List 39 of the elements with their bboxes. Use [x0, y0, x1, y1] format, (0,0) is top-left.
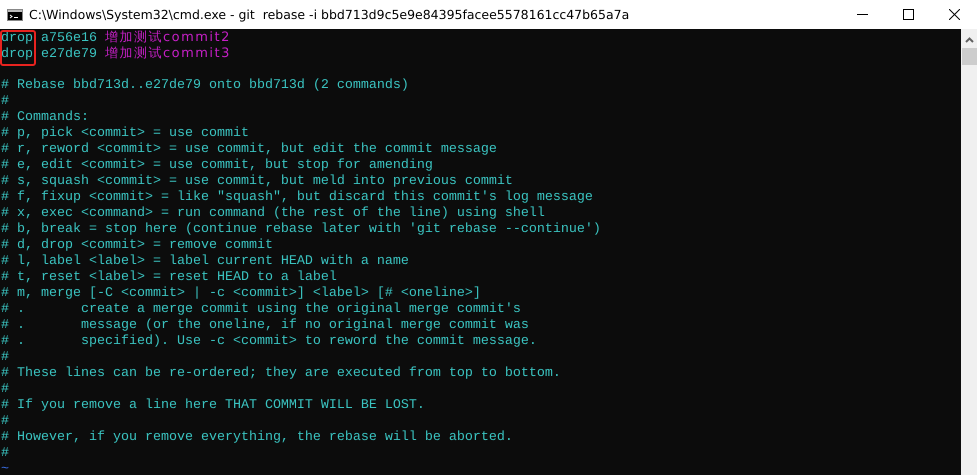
comment-line: # These lines can be re-ordered; they are executed from top to bottom. — [1, 366, 561, 381]
comment-line: # — [1, 382, 9, 397]
comment-line: # — [1, 414, 9, 429]
comment-line: # d, drop <commit> = remove commit — [1, 238, 273, 253]
comment-line: # l, label <label> = label current HEAD with a name — [1, 254, 409, 269]
comment-line: # — [1, 94, 9, 109]
comment-line: # f, fixup <commit> = like "squash", but discard this commit's log message — [1, 190, 593, 205]
minimize-icon — [856, 14, 868, 16]
comment-line: # If you remove a line here THAT COMMIT WILL BE LOST. — [1, 398, 425, 413]
comment-line: # x, exec <command> = run command (the rest of the line) using shell — [1, 206, 545, 221]
window-title: C:\Windows\System32\cmd.exe - git rebase -i bbd713d9c5e9e84395facee5578161cc47b65a7a — [29, 7, 630, 22]
todo-command: drop — [1, 47, 33, 62]
scrollbar[interactable] — [961, 29, 977, 475]
maximize-icon — [902, 9, 914, 20]
scrollbar-thumb[interactable] — [962, 48, 976, 65]
comment-line: # . create a merge commit using the original merge commit's — [1, 302, 521, 317]
terminal-icon — [7, 8, 23, 20]
todo-command: drop — [1, 31, 33, 46]
comment-line: # r, reword <commit> = use commit, but edit the commit message — [1, 142, 497, 157]
scroll-up-icon[interactable] — [964, 37, 974, 43]
comment-line: # . message (or the oneline, if no original merge commit was — [1, 318, 529, 333]
comment-line: # — [1, 350, 9, 365]
comment-line: # b, break = stop here (continue rebase later with 'git rebase --continue') — [1, 222, 601, 237]
comment-line: # m, merge [-C <commit> | -c <commit>] <label> [# <oneline>] — [1, 286, 481, 301]
comment-line: # However, if you remove everything, the rebase will be aborted. — [1, 430, 513, 445]
empty-line-marker: ~ — [1, 462, 9, 475]
comment-line: # Commands: — [1, 110, 89, 125]
comment-line: # s, squash <commit> = use commit, but meld into previous commit — [1, 174, 513, 189]
comment-line: # t, reset <label> = reset HEAD to a label — [1, 270, 337, 285]
comment-line: # Rebase bbd713d..e27de79 onto bbd713d (2 commands) — [1, 78, 409, 93]
commit-subject: 增加测试commit2 — [105, 31, 231, 46]
comment-line: # p, pick <commit> = use commit — [1, 126, 249, 141]
commit-subject: 增加测试commit3 — [105, 47, 231, 62]
commit-hash: a756e16 — [41, 31, 97, 46]
comment-line: # — [1, 446, 9, 461]
comment-line: # e, edit <commit> = use commit, but stop for amending — [1, 158, 433, 173]
comment-line: # . specified). Use -c <commit> to reword the commit message. — [1, 334, 537, 349]
commit-hash: e27de79 — [41, 47, 97, 62]
close-icon — [948, 9, 960, 20]
